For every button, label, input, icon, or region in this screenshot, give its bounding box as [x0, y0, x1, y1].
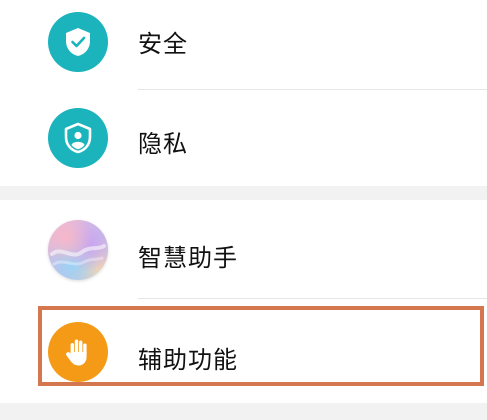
settings-item-label: 智慧助手 — [138, 244, 238, 272]
settings-item-label: 安全 — [138, 30, 188, 58]
settings-group-assist: 智慧助手 辅助功能 — [0, 200, 487, 403]
settings-group-security: 安全 隐私 — [0, 0, 487, 186]
privacy-shield-icon — [48, 108, 108, 168]
settings-item-security[interactable]: 安全 — [0, 0, 487, 90]
settings-item-smart-assistant[interactable]: 智慧助手 — [0, 200, 487, 296]
settings-item-label: 隐私 — [138, 130, 188, 158]
shield-check-icon — [48, 12, 108, 72]
assistant-gradient-icon — [48, 220, 108, 280]
settings-item-accessibility[interactable]: 辅助功能 — [0, 304, 487, 400]
hand-icon — [48, 322, 108, 382]
settings-item-privacy[interactable]: 隐私 — [0, 90, 487, 186]
settings-item-label: 辅助功能 — [138, 346, 238, 374]
divider — [138, 298, 487, 299]
